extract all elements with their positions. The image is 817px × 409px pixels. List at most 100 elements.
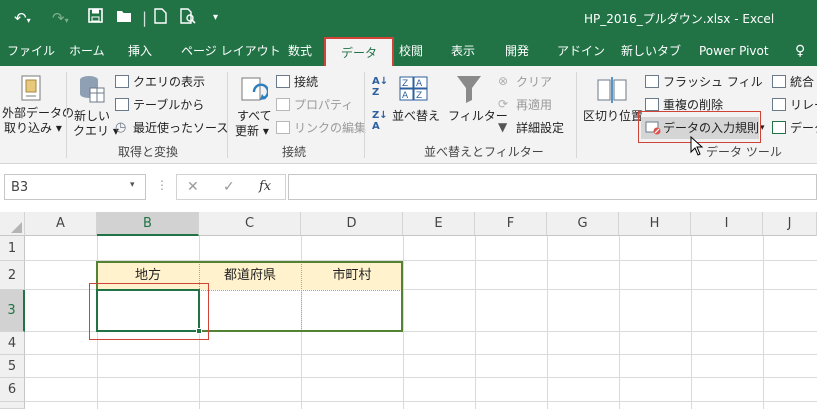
formula-buttons: ✕ ✓ fx xyxy=(176,174,286,200)
tab-data[interactable]: データ xyxy=(324,37,394,66)
flash-fill-button[interactable]: フラッシュ フィル xyxy=(663,75,763,90)
gridline xyxy=(403,236,404,409)
column-header[interactable]: J xyxy=(763,212,817,236)
window-title: HP_2016_プルダウン.xlsx - Excel xyxy=(584,12,775,26)
edit-links-button[interactable]: リンクの編集 xyxy=(294,121,366,136)
properties-button[interactable]: プロパティ xyxy=(294,98,353,113)
gridline xyxy=(619,236,620,409)
tab-formulas[interactable]: 数式 xyxy=(288,37,312,66)
svg-text:A: A xyxy=(402,91,409,101)
from-table-icon xyxy=(115,98,129,111)
advanced-button[interactable]: 詳細設定 xyxy=(516,121,564,136)
row-header[interactable]: 5 xyxy=(0,355,25,378)
group-divider xyxy=(576,72,577,158)
row-header-partial[interactable] xyxy=(0,402,25,409)
show-queries-button[interactable]: クエリの表示 xyxy=(133,75,205,90)
tab-insert[interactable]: 挿入 xyxy=(128,37,152,66)
cancel-icon[interactable]: ✕ xyxy=(187,179,199,195)
recent-sources-button[interactable]: 最近使ったソース xyxy=(133,121,228,136)
save-icon[interactable] xyxy=(88,8,103,28)
selected-cell-highlight xyxy=(89,283,209,340)
open-folder-icon[interactable] xyxy=(116,8,132,28)
tab-power-pivot[interactable]: Power Pivot xyxy=(699,37,769,66)
advanced-filter-icon: ▼ xyxy=(498,120,508,134)
tab-home[interactable]: ホーム xyxy=(69,37,105,66)
group-divider xyxy=(66,72,67,158)
column-header[interactable]: G xyxy=(547,212,619,236)
column-header-selected[interactable]: B xyxy=(97,212,199,236)
column-header[interactable]: F xyxy=(475,212,547,236)
tab-file[interactable]: ファイル xyxy=(7,37,55,66)
ribbon: 外部データの 取り込み ▾ 新しい クエリ ▾ クエリの表示 テーブルから ◷ … xyxy=(0,66,817,164)
row-header-selected[interactable]: 3 xyxy=(0,290,25,332)
name-box[interactable]: B3 xyxy=(4,174,146,200)
reapply-button[interactable]: 再適用 xyxy=(516,98,552,113)
undo-icon[interactable]: ↶▾ xyxy=(14,8,31,31)
group-label-sort-filter: 並べ替えとフィルター xyxy=(424,145,544,159)
column-header[interactable]: E xyxy=(403,212,475,236)
insert-function-icon[interactable]: fx xyxy=(259,179,271,194)
column-header[interactable]: C xyxy=(199,212,301,236)
relationships-button[interactable]: リレー xyxy=(790,98,817,113)
column-header[interactable]: D xyxy=(301,212,403,236)
relationships-icon xyxy=(772,98,786,111)
select-all-corner[interactable] xyxy=(0,212,25,236)
data-model-button[interactable]: データ xyxy=(790,121,817,136)
worksheet-grid[interactable]: A B C D E F G H I J 1 2 3 4 5 6 地方 都道府県 … xyxy=(0,212,817,409)
sort-ascending-icon[interactable]: A↓ Z xyxy=(372,76,388,98)
lightbulb-icon[interactable]: ♀ xyxy=(795,37,805,66)
column-header[interactable]: A xyxy=(25,212,97,236)
formula-bar-grip-icon[interactable]: ⋮ xyxy=(156,178,168,192)
connections-button[interactable]: 接続 xyxy=(294,75,318,90)
formula-input[interactable] xyxy=(288,174,817,200)
svg-text:A: A xyxy=(416,79,423,89)
refresh-all-icon xyxy=(240,76,270,109)
new-query-label-1[interactable]: 新しい xyxy=(74,109,110,124)
show-queries-icon xyxy=(115,75,129,88)
refresh-all-label-2[interactable]: 更新 ▾ xyxy=(235,124,269,139)
new-query-icon xyxy=(78,74,106,109)
external-data-label-1[interactable]: 外部データの xyxy=(2,106,74,121)
tab-new-tab[interactable]: 新しいタブ xyxy=(621,37,681,66)
text-to-columns-button[interactable]: 区切り位置 xyxy=(583,109,643,124)
column-header[interactable]: H xyxy=(619,212,691,236)
properties-icon xyxy=(276,98,290,111)
row-header[interactable]: 2 xyxy=(0,261,25,290)
sort-descending-icon[interactable]: Z↓ A xyxy=(372,110,388,132)
row-header[interactable]: 1 xyxy=(0,236,25,261)
redo-icon[interactable]: ↷▾ xyxy=(52,8,69,31)
edit-links-icon xyxy=(276,121,290,134)
tab-addins[interactable]: アドイン xyxy=(557,37,605,66)
from-table-button[interactable]: テーブルから xyxy=(133,98,204,113)
mouse-cursor-icon xyxy=(690,135,704,159)
name-box-dropdown-icon[interactable]: ▾ xyxy=(130,180,135,190)
sort-button[interactable]: 並べ替え xyxy=(392,109,440,124)
tab-view[interactable]: 表示 xyxy=(451,37,475,66)
clear-button[interactable]: クリア xyxy=(516,75,552,90)
external-data-label-2[interactable]: 取り込み ▾ xyxy=(4,121,62,136)
print-preview-icon[interactable] xyxy=(180,8,196,29)
tab-review[interactable]: 校閲 xyxy=(399,37,423,66)
enter-icon[interactable]: ✓ xyxy=(223,179,235,195)
gridline xyxy=(691,236,692,409)
customize-dropdown-icon[interactable]: ▾ xyxy=(213,8,218,28)
text-to-columns-icon xyxy=(597,76,627,107)
svg-text:Z: Z xyxy=(416,91,422,101)
title-bar: ↶▾ ↷▾ | ▾ HP_2016_プルダウン.xlsx - Excel xyxy=(0,0,817,37)
refresh-all-label-1[interactable]: すべて xyxy=(237,109,272,124)
clear-filter-icon: ⊗ xyxy=(498,74,509,88)
formula-bar: B3 ▾ ⋮ ✕ ✓ fx xyxy=(0,164,817,212)
column-header[interactable]: I xyxy=(691,212,763,236)
row-header[interactable]: 4 xyxy=(0,332,25,355)
flash-fill-icon xyxy=(645,75,659,88)
group-label-data-tools: データ ツール xyxy=(706,145,782,159)
row-header[interactable]: 6 xyxy=(0,378,25,402)
consolidate-button[interactable]: 統合 xyxy=(790,75,814,90)
group-divider xyxy=(364,72,365,158)
gridline xyxy=(475,236,476,409)
tab-page-layout[interactable]: ページ レイアウト xyxy=(181,37,281,66)
gridline xyxy=(547,236,548,409)
new-file-icon[interactable] xyxy=(154,8,167,29)
new-query-label-2[interactable]: クエリ ▾ xyxy=(73,124,119,139)
tab-developer[interactable]: 開発 xyxy=(505,37,529,66)
